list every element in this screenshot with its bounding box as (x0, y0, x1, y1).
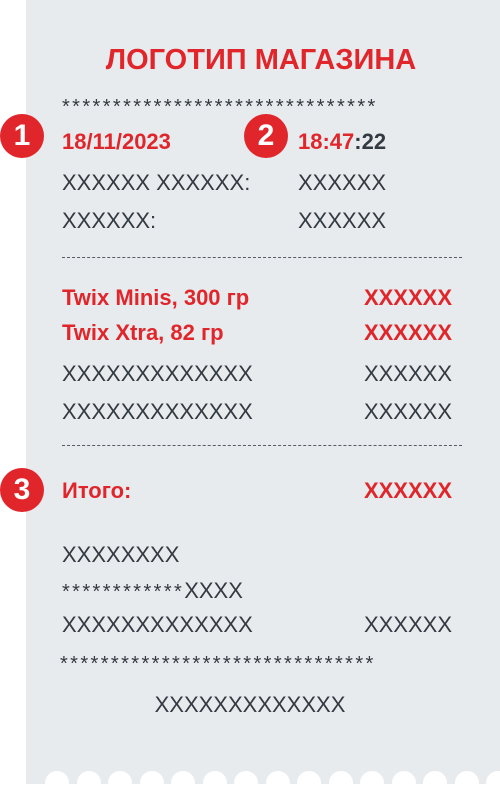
scallop-notch (45, 771, 69, 795)
card-number: ************XXXX (62, 578, 243, 603)
scallop-notch (423, 771, 447, 795)
receipt-time-sec: :22 (354, 129, 387, 154)
marker-2-badge: 2 (244, 114, 288, 158)
scallop-notch (328, 771, 353, 795)
meta-row-value: XXXXXX (298, 170, 387, 195)
card-mask: ************ (62, 581, 185, 603)
scallop-notch (454, 771, 479, 795)
scallop-notch (171, 771, 195, 795)
scallop-notch (76, 771, 101, 795)
scallop-notch (486, 771, 500, 795)
receipt-time-hm: 18:47 (298, 129, 355, 154)
scallop-notch (265, 771, 290, 795)
dashed-divider (62, 257, 462, 258)
scallop-notch (360, 771, 384, 795)
item-price: XXXXXX (363, 361, 452, 386)
scallop-notch (108, 771, 132, 795)
footer-code: XXXXXXXXXXXXX (154, 692, 346, 717)
receipt-time: 18:47:22 (298, 131, 386, 153)
item-price: XXXXXX (363, 399, 452, 424)
card-last-digits: XXXX (184, 578, 243, 603)
receipt-date: 18/11/2023 (62, 129, 171, 154)
scallop-notch (139, 771, 164, 795)
total-label: Итого: (62, 478, 132, 503)
marker-1-badge: 1 (0, 114, 44, 158)
item-name: Twix Minis, 300 гр (62, 285, 250, 310)
meta-row-value: XXXXXX (298, 208, 387, 233)
footer-row-label: XXXXXXXXXXXXX (62, 612, 253, 637)
receipt-torn-edge (26, 771, 500, 797)
dashed-divider (62, 445, 462, 446)
item-price: XXXXXX (363, 285, 452, 310)
item-price: XXXXXX (363, 320, 452, 345)
scallop-notch (202, 771, 227, 795)
scallop-notch (297, 771, 321, 795)
item-name: XXXXXXXXXXXXX (62, 399, 253, 424)
scallop-notch (234, 771, 258, 795)
scallop-notch (391, 771, 416, 795)
item-name: XXXXXXXXXXXXX (62, 361, 253, 386)
store-logo-title: ЛОГОТИП МАГАЗИНА (105, 44, 417, 76)
item-name: Twix Xtra, 82 гр (62, 320, 224, 345)
total-value: XXXXXX (363, 478, 452, 503)
footer-line: XXXXXXXX (62, 542, 180, 567)
meta-row-label: XXXXXX XXXXXX: (62, 170, 251, 195)
meta-row-label: XXXXXX: (62, 208, 157, 233)
marker-3-badge: 3 (0, 468, 44, 512)
stars-divider-top: ******************************* (62, 96, 378, 118)
stars-divider-bottom: ******************************* (60, 653, 376, 675)
footer-row-value: XXXXXX (363, 612, 452, 637)
